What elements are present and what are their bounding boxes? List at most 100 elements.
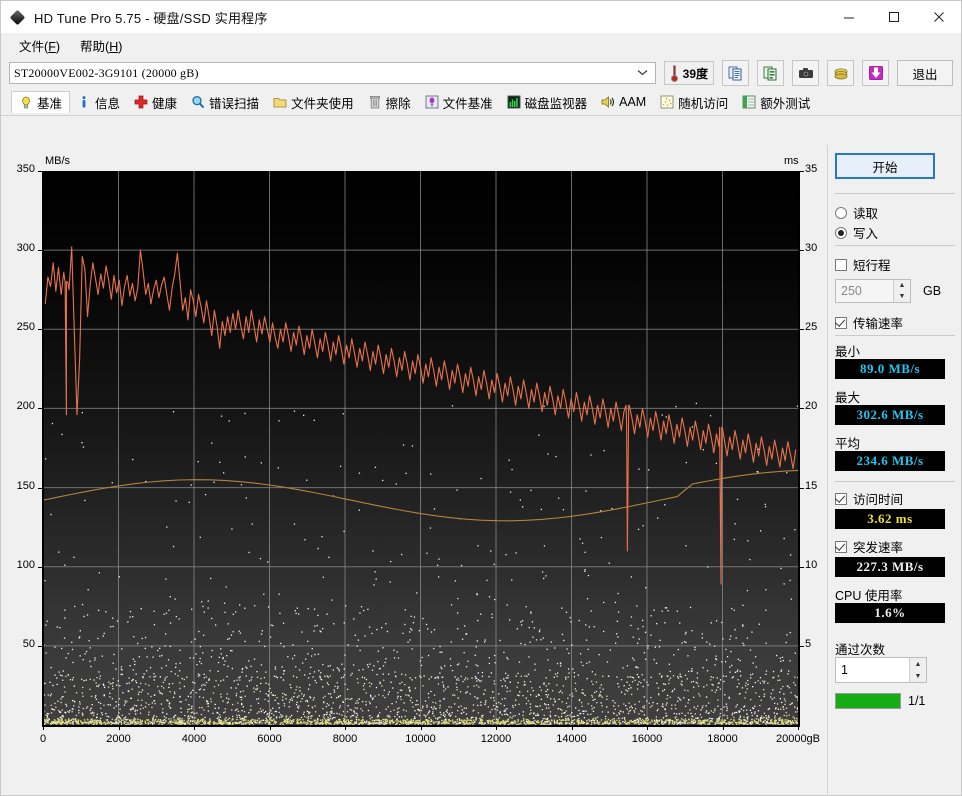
burst-rate-checkbox[interactable]: 突发速率 [835, 537, 903, 556]
x-axis-tick-mark [723, 726, 724, 730]
lightbulb-icon [19, 96, 33, 110]
short-stroke-spinner-down[interactable]: ▼ [894, 291, 910, 302]
tab-erase-label: 擦除 [386, 93, 411, 112]
menu-help-label: 帮助 [80, 40, 105, 54]
short-stroke-label: 短行程 [853, 255, 891, 274]
file-benchmark-icon [425, 95, 439, 109]
progress-bar [835, 693, 901, 709]
x-axis-tick-mark [43, 726, 44, 730]
money-folder-button[interactable] [827, 60, 854, 86]
read-mode-radio[interactable]: 读取 [835, 203, 878, 222]
tab-extra-test[interactable]: 额外测试 [735, 91, 817, 113]
tab-error-scan[interactable]: 错误扫描 [184, 91, 266, 113]
min-rate-label: 最小 [835, 341, 860, 360]
y-axis-tick-mark [38, 250, 42, 251]
x-axis-tick-mark [798, 726, 799, 730]
y-axis-unit-label: MB/s [45, 155, 70, 167]
x-axis-tick-mark [647, 726, 648, 730]
short-stroke-size-input[interactable]: 250 ▲ ▼ [835, 279, 911, 303]
y-axis-tick-mark [38, 646, 42, 647]
x-axis-tick-mark [496, 726, 497, 730]
tab-aam[interactable]: AAM [594, 91, 653, 113]
divider-2 [835, 245, 955, 246]
minimize-button[interactable] [826, 1, 871, 33]
screenshot-button[interactable] [792, 60, 819, 86]
window-title: HD Tune Pro 5.75 - 硬盘/SSD 实用程序 [34, 8, 268, 27]
transfer-rate-checkbox[interactable]: 传输速率 [835, 313, 903, 332]
x-axis-tick-mark [421, 726, 422, 730]
access-time-checkbox-indicator [835, 493, 847, 505]
y2-axis-tick-label: 35 [805, 163, 817, 175]
x-axis-tick-label: 0 [13, 733, 73, 745]
menu-file-label: 文件 [19, 40, 44, 54]
temperature-indicator[interactable]: 39度 [664, 61, 714, 85]
magnifier-icon [191, 95, 205, 109]
menu-item-help[interactable]: 帮助(H) [70, 33, 132, 58]
y2-axis-tick-mark [800, 329, 804, 330]
y2-axis-tick-mark [800, 488, 804, 489]
short-stroke-unit: GB [923, 284, 941, 298]
y2-axis-tick-mark [800, 250, 804, 251]
y-axis-tick-mark [38, 171, 42, 172]
tab-folder-usage[interactable]: 文件夹使用 [266, 91, 361, 113]
write-radio-label: 写入 [853, 223, 878, 242]
tab-benchmark[interactable]: 基准 [11, 91, 70, 113]
start-button-label: 开始 [872, 157, 897, 176]
app-icon [11, 10, 26, 25]
tab-health[interactable]: 健康 [127, 91, 184, 113]
menu-help-accel: H [109, 40, 118, 54]
y-axis-line [42, 171, 44, 727]
copy-excel-button[interactable] [757, 60, 784, 86]
quit-button[interactable]: 退出 [897, 60, 953, 86]
start-button[interactable]: 开始 [835, 153, 935, 179]
tab-random-access-label: 随机访问 [678, 93, 728, 112]
access-time-checkbox[interactable]: 访问时间 [835, 489, 903, 508]
y2-axis-tick-label: 10 [805, 559, 817, 571]
speaker-icon [601, 95, 615, 109]
short-stroke-checkbox[interactable]: 短行程 [835, 255, 891, 274]
y2-axis-line [798, 171, 800, 727]
copy-text-button[interactable] [722, 60, 749, 86]
y-axis-tick-label: 100 [1, 559, 35, 571]
x-axis-tick-mark [194, 726, 195, 730]
x-axis-tick-label: 10000 [391, 733, 451, 745]
y2-axis-tick-label: 20 [805, 400, 817, 412]
tab-disk-monitor[interactable]: 磁盘监视器 [500, 91, 595, 113]
tab-benchmark-label: 基准 [37, 93, 62, 112]
menu-item-file[interactable]: 文件(F) [9, 33, 70, 58]
extra-test-icon [742, 95, 756, 109]
passes-spinner[interactable]: ▲ ▼ [909, 658, 926, 682]
passes-input[interactable]: 1 ▲ ▼ [835, 657, 927, 683]
read-radio-label: 读取 [853, 203, 878, 222]
short-stroke-spinner[interactable]: ▲ ▼ [893, 280, 910, 302]
random-access-icon [660, 95, 674, 109]
cpu-usage-value: 1.6% [835, 603, 945, 623]
write-mode-radio[interactable]: 写入 [835, 223, 878, 242]
window-controls [826, 1, 961, 33]
download-button[interactable] [862, 60, 889, 86]
max-rate-label: 最大 [835, 387, 860, 406]
tab-info[interactable]: 信息 [70, 91, 127, 113]
y-axis-tick-mark [38, 488, 42, 489]
short-stroke-spinner-up[interactable]: ▲ [894, 280, 910, 291]
passes-spinner-down[interactable]: ▼ [910, 670, 926, 682]
maximize-button[interactable] [871, 1, 916, 33]
close-button[interactable] [916, 1, 961, 33]
y-axis-tick-mark [38, 408, 42, 409]
divider-3 [835, 335, 955, 336]
tab-error-scan-label: 错误扫描 [209, 93, 259, 112]
y-axis-tick-mark [38, 329, 42, 330]
x-axis-tick-label: 6000 [240, 733, 300, 745]
write-radio-indicator [835, 227, 847, 239]
x-axis-tick-label: 16000 [617, 733, 677, 745]
y-axis-tick-mark [38, 567, 42, 568]
y2-axis-tick-label: 25 [805, 321, 817, 333]
content-area: MB/s ms 50100150200250300350 51015202530… [1, 145, 962, 796]
tab-random-access[interactable]: 随机访问 [653, 91, 735, 113]
passes-spinner-up[interactable]: ▲ [910, 658, 926, 670]
tab-erase[interactable]: 擦除 [361, 91, 418, 113]
drive-select[interactable]: ST20000VE002-3G9101 (20000 gB) [9, 62, 656, 84]
y2-axis-tick-mark [800, 408, 804, 409]
x-axis-tick-mark [572, 726, 573, 730]
tab-file-benchmark[interactable]: 文件基准 [418, 91, 500, 113]
